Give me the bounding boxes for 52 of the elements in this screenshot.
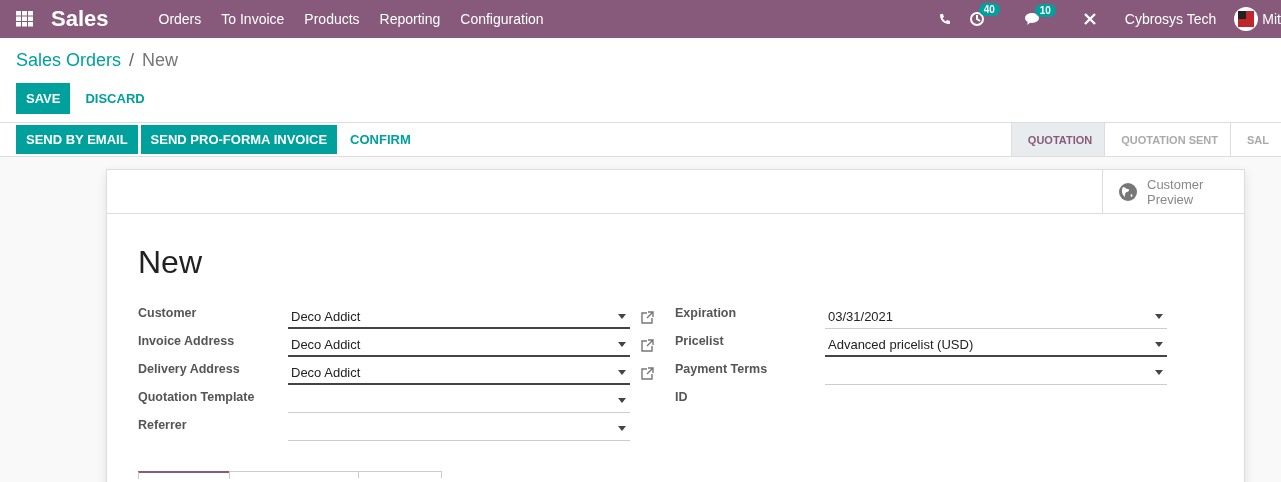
dropdown-field[interactable]: 03/31/2021 (825, 305, 1167, 329)
caret-icon (1155, 370, 1163, 375)
breadcrumb-link[interactable]: Sales Orders (16, 50, 122, 71)
dropdown-field[interactable]: Deco Addict (288, 305, 630, 329)
field-label: Payment Terms (675, 361, 769, 378)
caret-icon (1155, 341, 1163, 347)
menu-item[interactable]: Reporting (369, 11, 451, 27)
apps-menu-icon[interactable] (16, 11, 34, 27)
field-label: Referrer (138, 417, 188, 434)
caret-icon (618, 369, 626, 375)
breadcrumb-current: New (142, 50, 179, 71)
field-label: Quotation Template (138, 389, 256, 406)
caret-icon (618, 426, 626, 431)
header-button[interactable]: SEND PRO-FORMA INVOICE (140, 125, 338, 154)
customer-preview-button[interactable]: Customer Preview (1102, 170, 1244, 213)
header-button[interactable]: CONFIRM (340, 125, 421, 154)
discard-button[interactable]: DISCARD (72, 83, 158, 114)
caret-icon (618, 313, 626, 319)
field-label: ID (675, 389, 689, 406)
header-button[interactable]: SEND BY EMAIL (16, 125, 138, 154)
field-label: Pricelist (675, 333, 725, 350)
menu-item[interactable]: To Invoice (211, 11, 295, 27)
external-link-icon[interactable] (641, 338, 654, 352)
save-button[interactable]: SAVE (16, 83, 71, 114)
clock-icon[interactable] (968, 11, 985, 27)
caret-icon (618, 341, 626, 347)
phone-icon[interactable] (938, 13, 951, 25)
activity-count-badge: 40 (978, 3, 1000, 16)
avatar-icon[interactable] (1234, 7, 1259, 31)
message-count-badge: 10 (1034, 3, 1056, 17)
caret-icon (1155, 314, 1163, 319)
dropdown-field[interactable]: Deco Addict (288, 333, 630, 357)
caret-icon (618, 398, 626, 403)
breadcrumb-separator: / (129, 50, 135, 71)
menu-item[interactable]: Configuration (450, 11, 554, 27)
external-link-icon[interactable] (641, 310, 654, 324)
field-label: Invoice Address (138, 333, 236, 350)
notebook-tab[interactable] (138, 471, 230, 479)
menu-item[interactable]: Orders (148, 11, 212, 27)
globe-icon (1119, 182, 1137, 201)
status-stage[interactable]: QUOTATION (1010, 123, 1105, 156)
user-name[interactable]: Mit (1262, 11, 1281, 27)
field-label: Expiration (675, 305, 738, 322)
record-title: New (138, 244, 203, 281)
app-title[interactable]: Sales (51, 6, 109, 32)
dropdown-field[interactable]: Deco Addict (288, 361, 630, 385)
company-name[interactable]: Cybrosys Tech (1124, 11, 1217, 27)
dropdown-field[interactable]: Advanced pricelist (USD) (825, 333, 1167, 357)
menu-item[interactable]: Products (294, 11, 370, 27)
field-label: Delivery Address (138, 361, 241, 378)
external-link-icon[interactable] (641, 366, 654, 380)
field-label: Customer (138, 305, 198, 322)
